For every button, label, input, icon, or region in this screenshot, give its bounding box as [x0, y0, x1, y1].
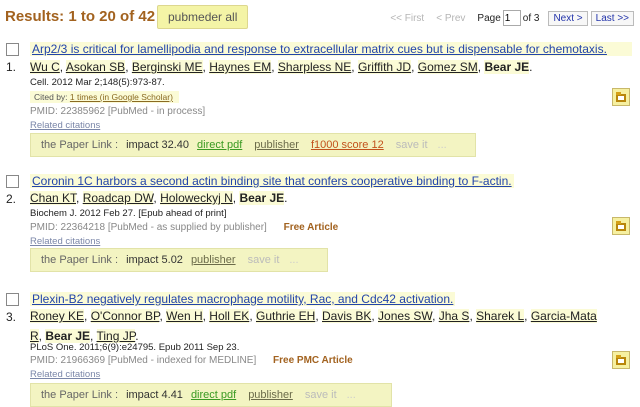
- publisher-link[interactable]: publisher: [248, 389, 293, 401]
- author-link[interactable]: O'Connor BP: [90, 309, 160, 323]
- select-checkbox[interactable]: [6, 43, 19, 56]
- impact-factor: impact 5.02: [126, 254, 183, 266]
- impact-factor: impact 32.40: [126, 139, 190, 151]
- article-title-link[interactable]: Plexin-B2 negatively regulates macrophag…: [30, 292, 456, 306]
- save-to-folder-icon[interactable]: [612, 351, 630, 369]
- select-checkbox[interactable]: [6, 293, 19, 306]
- prev-page-link[interactable]: < Prev: [436, 13, 465, 24]
- author-list: Chan KT, Roadcap DW, Holoweckyj N, Bear …: [30, 191, 288, 205]
- author-link[interactable]: Griffith JD: [357, 60, 412, 74]
- pmid-text: PMID: 22385962 [PubMed - in process]: [30, 106, 205, 117]
- save-it-link[interactable]: save it: [396, 139, 428, 151]
- paper-link-bar: the Paper Link : impact 5.02 publisher s…: [30, 248, 328, 272]
- pmid-value: PMID: 22364218 [PubMed - as supplied by …: [30, 222, 267, 233]
- save-it-link[interactable]: save it: [305, 389, 337, 401]
- cited-by-box: Cited by: 1 times (in Google Scholar): [30, 91, 179, 103]
- last-page-button[interactable]: Last >>: [590, 10, 634, 26]
- page-number-input[interactable]: [502, 10, 521, 26]
- next-page-button[interactable]: Next >: [548, 10, 588, 26]
- author-link[interactable]: Holoweckyj N: [160, 191, 233, 205]
- highlighted-author[interactable]: Bear JE: [239, 191, 285, 205]
- more-options[interactable]: ...: [438, 139, 447, 151]
- author-link[interactable]: Roney KE: [30, 309, 85, 323]
- cited-by-label: Cited by:: [34, 92, 68, 102]
- paper-link-label: the Paper Link :: [41, 389, 119, 401]
- author-link[interactable]: Berginski ME: [131, 60, 203, 74]
- pmid-text: PMID: 21966369 [PubMed - indexed for MED…: [30, 355, 353, 366]
- save-it-link[interactable]: save it: [248, 254, 280, 266]
- author-link[interactable]: Roadcap DW: [82, 191, 154, 205]
- pmid-value: PMID: 22385962 [PubMed - in process]: [30, 106, 206, 117]
- results-header: Results: 1 to 20 of 42 pubmeder all << F…: [0, 0, 640, 34]
- paper-link-label: the Paper Link :: [41, 139, 119, 151]
- publisher-link[interactable]: publisher: [191, 254, 236, 266]
- journal-citation: PLoS One. 2011;6(9):e24795. Epub 2011 Se…: [30, 342, 240, 353]
- author-list: Roney KE, O'Connor BP, Wen H, Holl EK, G…: [30, 309, 597, 343]
- author-link[interactable]: Garcia-Mata: [530, 309, 597, 323]
- pmid-text: PMID: 22364218 [PubMed - as supplied by …: [30, 222, 338, 233]
- author-link[interactable]: Guthrie EH: [255, 309, 316, 323]
- pmid-value: PMID: 21966369 [PubMed - indexed for MED…: [30, 355, 257, 366]
- highlighted-author[interactable]: Bear JE: [45, 329, 91, 343]
- select-checkbox[interactable]: [6, 175, 19, 188]
- more-options[interactable]: ...: [347, 389, 356, 401]
- related-citations-link[interactable]: Related citations: [30, 369, 100, 380]
- f1000-score-link[interactable]: f1000 score 12: [311, 139, 384, 151]
- pubmeder-all-button[interactable]: pubmeder all: [157, 5, 249, 29]
- author-link[interactable]: Wu C: [30, 60, 60, 74]
- cited-by-link[interactable]: 1 times (in Google Scholar): [70, 92, 173, 102]
- free-pmc-article-link[interactable]: Free PMC Article: [273, 355, 353, 366]
- result-number: 1.: [6, 60, 17, 74]
- author-link[interactable]: Asokan SB: [65, 60, 126, 74]
- paper-link-bar: the Paper Link : impact 32.40 direct pdf…: [30, 133, 476, 157]
- paper-link-bar: the Paper Link : impact 4.41 direct pdf …: [30, 383, 392, 407]
- article-title-link[interactable]: Arp2/3 is critical for lamellipodia and …: [30, 42, 632, 56]
- author-link[interactable]: Haynes EM: [209, 60, 272, 74]
- author-link[interactable]: Sharek L: [476, 309, 525, 323]
- publisher-link[interactable]: publisher: [254, 139, 299, 151]
- related-citations-link[interactable]: Related citations: [30, 120, 100, 131]
- author-link[interactable]: Holl EK: [209, 309, 250, 323]
- related-citations-link[interactable]: Related citations: [30, 236, 100, 247]
- author-link[interactable]: Davis BK: [322, 309, 372, 323]
- highlighted-author[interactable]: Bear JE: [484, 60, 530, 74]
- save-to-folder-icon[interactable]: [612, 88, 630, 106]
- author-link[interactable]: R: [30, 329, 39, 343]
- author-link[interactable]: Wen H: [166, 309, 203, 323]
- author-link[interactable]: Sharpless NE: [277, 60, 352, 74]
- first-page-link[interactable]: << First: [390, 13, 424, 24]
- author-link[interactable]: Chan KT: [30, 191, 77, 205]
- results-count-title: Results: 1 to 20 of 42: [5, 8, 156, 25]
- author-link[interactable]: Jha S: [438, 309, 470, 323]
- author-list: Wu C, Asokan SB, Berginski ME, Haynes EM…: [30, 60, 533, 74]
- author-link[interactable]: Gomez SM: [417, 60, 478, 74]
- more-options[interactable]: ...: [289, 254, 298, 266]
- paper-link-label: the Paper Link :: [41, 254, 119, 266]
- author-link[interactable]: Ting JP: [96, 329, 136, 343]
- free-article-link[interactable]: Free Article: [284, 222, 339, 233]
- pagination: << First < Prev Page of 3 Next > Last >>: [390, 10, 634, 26]
- article-title-link[interactable]: Coronin 1C harbors a second actin bindin…: [30, 174, 514, 188]
- page-total-label: of 3: [522, 12, 540, 24]
- result-number: 3.: [6, 310, 17, 324]
- journal-citation: Biochem J. 2012 Feb 27. [Epub ahead of p…: [30, 208, 227, 219]
- author-link[interactable]: Jones SW: [378, 309, 433, 323]
- save-to-folder-icon[interactable]: [612, 217, 630, 235]
- journal-citation: Cell. 2012 Mar 2;148(5):973-87.: [30, 77, 165, 88]
- direct-pdf-link[interactable]: direct pdf: [197, 139, 242, 151]
- direct-pdf-link[interactable]: direct pdf: [191, 389, 236, 401]
- page-label: Page: [477, 12, 501, 24]
- impact-factor: impact 4.41: [126, 389, 183, 401]
- result-number: 2.: [6, 192, 17, 206]
